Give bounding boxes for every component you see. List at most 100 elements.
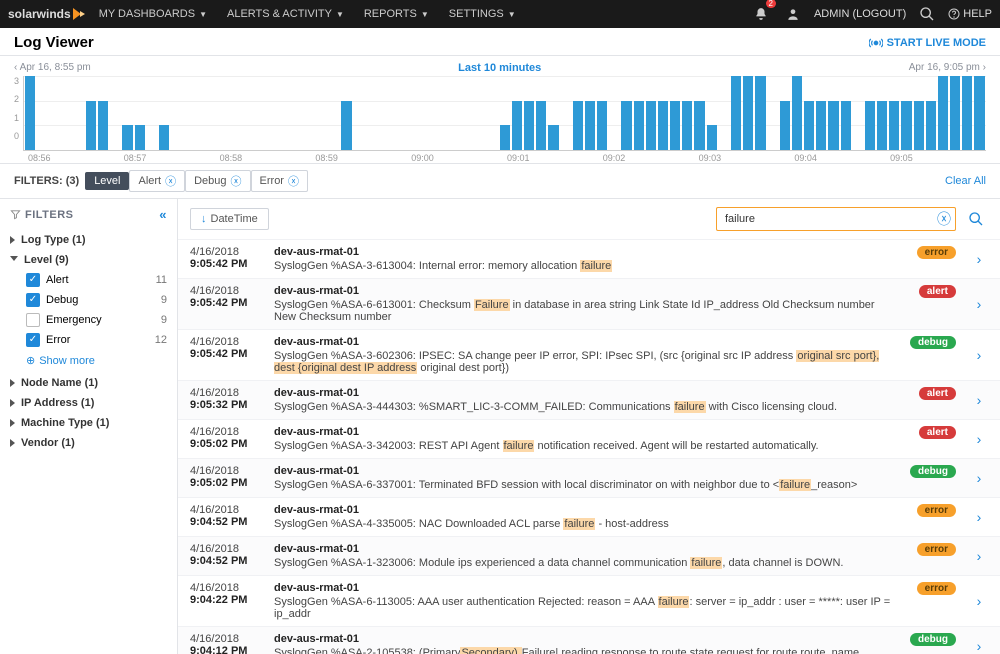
chart-bar[interactable] bbox=[25, 76, 35, 150]
expand-row-icon[interactable]: › bbox=[970, 543, 988, 569]
filter-group[interactable]: Vendor (1) bbox=[10, 433, 167, 453]
expand-row-icon[interactable]: › bbox=[970, 465, 988, 491]
chart-bar[interactable] bbox=[341, 101, 351, 150]
log-row[interactable]: 4/16/20189:05:42 PMdev-aus-rmat-01Syslog… bbox=[178, 239, 1000, 278]
remove-chip-icon[interactable]: ⓧ bbox=[231, 173, 242, 189]
chart-bar[interactable] bbox=[98, 101, 108, 150]
remove-chip-icon[interactable]: ⓧ bbox=[165, 173, 176, 189]
chart-bar[interactable] bbox=[536, 101, 546, 150]
chart-bar[interactable] bbox=[804, 101, 814, 150]
log-row[interactable]: 4/16/20189:05:32 PMdev-aus-rmat-01Syslog… bbox=[178, 380, 1000, 419]
expand-row-icon[interactable]: › bbox=[970, 387, 988, 413]
chart-bar[interactable] bbox=[962, 76, 972, 150]
chart-bar[interactable] bbox=[694, 101, 704, 150]
chart-bar[interactable] bbox=[621, 101, 631, 150]
filter-item[interactable]: Debug9 bbox=[10, 290, 167, 310]
log-row[interactable]: 4/16/20189:04:52 PMdev-aus-rmat-01Syslog… bbox=[178, 536, 1000, 575]
chart-bar[interactable] bbox=[889, 101, 899, 150]
filter-item[interactable]: Error12 bbox=[10, 330, 167, 350]
chart-bar[interactable] bbox=[646, 101, 656, 150]
log-row[interactable]: 4/16/20189:05:02 PMdev-aus-rmat-01Syslog… bbox=[178, 419, 1000, 458]
chart-bar[interactable] bbox=[974, 76, 984, 150]
filter-group[interactable]: Log Type (1) bbox=[10, 230, 167, 250]
chart-bar[interactable] bbox=[597, 101, 607, 150]
log-row[interactable]: 4/16/20189:05:42 PMdev-aus-rmat-01Syslog… bbox=[178, 278, 1000, 329]
chart-bar[interactable] bbox=[926, 101, 936, 150]
expand-row-icon[interactable]: › bbox=[970, 504, 988, 530]
expand-row-icon[interactable]: › bbox=[970, 336, 988, 374]
checkbox-icon[interactable] bbox=[26, 273, 40, 287]
chart-bar[interactable] bbox=[780, 101, 790, 150]
expand-row-icon[interactable]: › bbox=[970, 285, 988, 323]
checkbox-icon[interactable] bbox=[26, 313, 40, 327]
chart-bar[interactable] bbox=[950, 76, 960, 150]
chart-bar[interactable] bbox=[743, 76, 753, 150]
checkbox-icon[interactable] bbox=[26, 293, 40, 307]
chart-bar[interactable] bbox=[938, 76, 948, 150]
chart-bar[interactable] bbox=[86, 101, 96, 150]
chart-bar[interactable] bbox=[548, 125, 558, 150]
expand-row-icon[interactable]: › bbox=[970, 633, 988, 654]
chart-bar[interactable] bbox=[585, 101, 595, 150]
nav-item[interactable]: ALERTS & ACTIVITY ▼ bbox=[217, 8, 354, 20]
chart-bar[interactable] bbox=[865, 101, 875, 150]
expand-row-icon[interactable]: › bbox=[970, 246, 988, 272]
datetime-sort-button[interactable]: ↓ DateTime bbox=[190, 208, 269, 230]
remove-chip-icon[interactable]: ⓧ bbox=[288, 173, 299, 189]
user-icon[interactable] bbox=[782, 3, 804, 25]
filter-group[interactable]: IP Address (1) bbox=[10, 393, 167, 413]
expand-row-icon[interactable]: › bbox=[970, 582, 988, 620]
chart-bar[interactable] bbox=[512, 101, 522, 150]
chart-bar[interactable] bbox=[122, 125, 132, 150]
filter-chip[interactable]: Debug ⓧ bbox=[185, 170, 250, 192]
chart-bar[interactable] bbox=[634, 101, 644, 150]
chart-bar[interactable] bbox=[828, 101, 838, 150]
filter-item[interactable]: Alert11 bbox=[10, 270, 167, 290]
checkbox-icon[interactable] bbox=[26, 333, 40, 347]
filter-group[interactable]: Node Name (1) bbox=[10, 373, 167, 393]
chart-bar[interactable] bbox=[755, 76, 765, 150]
help-link[interactable]: HELP bbox=[948, 8, 992, 20]
filter-chip[interactable]: Level bbox=[85, 172, 129, 190]
expand-row-icon[interactable]: › bbox=[970, 426, 988, 452]
filter-chip[interactable]: Error ⓧ bbox=[251, 170, 308, 192]
clear-all-filters-link[interactable]: Clear All bbox=[945, 175, 986, 187]
search-icon[interactable] bbox=[916, 3, 938, 25]
nav-item[interactable]: MY DASHBOARDS ▼ bbox=[89, 8, 217, 20]
chart-bar[interactable] bbox=[500, 125, 510, 150]
chart-bar[interactable] bbox=[573, 101, 583, 150]
filter-group[interactable]: Machine Type (1) bbox=[10, 413, 167, 433]
log-row[interactable]: 4/16/20189:05:42 PMdev-aus-rmat-01Syslog… bbox=[178, 329, 1000, 380]
chart-bar[interactable] bbox=[816, 101, 826, 150]
filter-group[interactable]: Level (9) bbox=[10, 250, 167, 270]
chart-right-arrow[interactable]: Apr 16, 9:05 pm › bbox=[909, 62, 986, 74]
show-more-link[interactable]: ⊕ Show more bbox=[10, 350, 167, 373]
nav-item[interactable]: SETTINGS ▼ bbox=[439, 8, 526, 20]
chart-bar[interactable] bbox=[901, 101, 911, 150]
chart-bar[interactable] bbox=[524, 101, 534, 150]
chart-bar[interactable] bbox=[877, 101, 887, 150]
chart-bar[interactable] bbox=[159, 125, 169, 150]
chart-bar[interactable] bbox=[731, 76, 741, 150]
clear-search-icon[interactable]: ⓧ bbox=[937, 209, 951, 229]
chart-bar[interactable] bbox=[135, 125, 145, 150]
nav-item[interactable]: REPORTS ▼ bbox=[354, 8, 439, 20]
filter-chip[interactable]: Alert ⓧ bbox=[129, 170, 185, 192]
search-submit-icon[interactable] bbox=[964, 211, 988, 227]
chart-bar[interactable] bbox=[682, 101, 692, 150]
chart-bar[interactable] bbox=[658, 101, 668, 150]
chart-bar[interactable] bbox=[841, 101, 851, 150]
chart-left-arrow[interactable]: ‹ Apr 16, 8:55 pm bbox=[14, 62, 91, 74]
brand[interactable]: solarwinds bbox=[8, 7, 81, 21]
chart-bar[interactable] bbox=[914, 101, 924, 150]
chart-bar[interactable] bbox=[792, 76, 802, 150]
event-chart[interactable]: ‹ Apr 16, 8:55 pm Last 10 minutes Apr 16… bbox=[0, 56, 1000, 163]
notification-bell-icon[interactable]: 2 bbox=[750, 3, 772, 25]
chart-bar[interactable] bbox=[670, 101, 680, 150]
log-row[interactable]: 4/16/20189:04:22 PMdev-aus-rmat-01Syslog… bbox=[178, 575, 1000, 626]
log-row[interactable]: 4/16/20189:04:52 PMdev-aus-rmat-01Syslog… bbox=[178, 497, 1000, 536]
chart-bar[interactable] bbox=[707, 125, 717, 150]
log-row[interactable]: 4/16/20189:05:02 PMdev-aus-rmat-01Syslog… bbox=[178, 458, 1000, 497]
search-box[interactable]: ⓧ bbox=[716, 207, 956, 231]
filter-item[interactable]: Emergency9 bbox=[10, 310, 167, 330]
